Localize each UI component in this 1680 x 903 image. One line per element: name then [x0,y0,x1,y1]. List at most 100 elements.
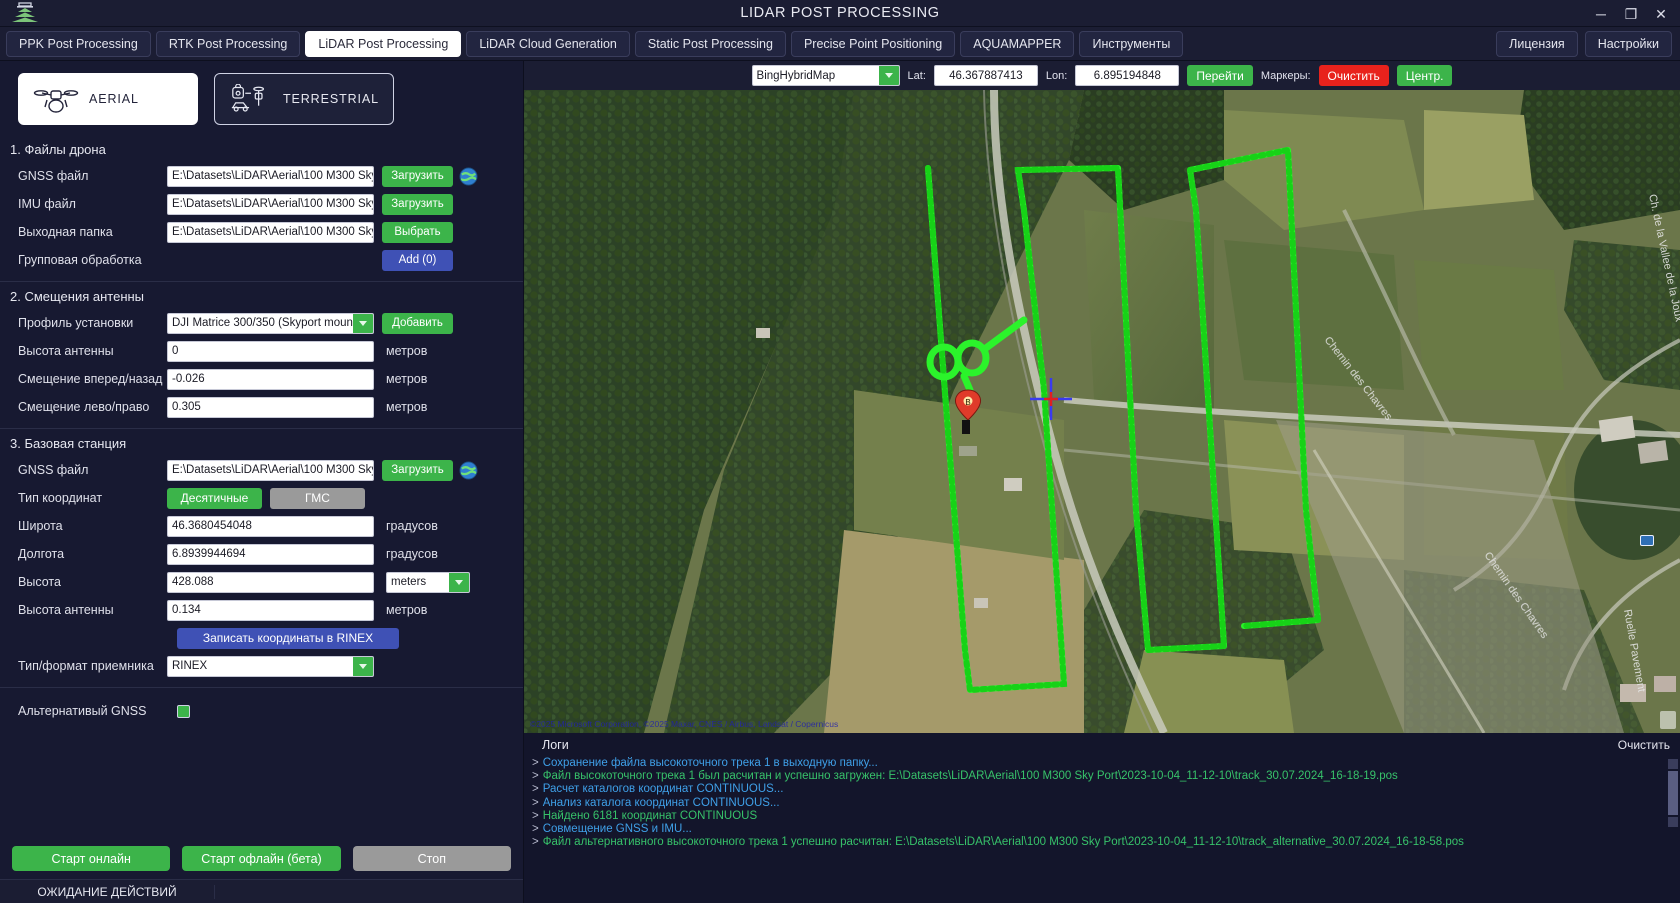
coord-type-dms-button[interactable]: ГМС [270,487,365,509]
coord-type-label: Тип координат [18,491,103,505]
mode-terrestrial[interactable]: TERRESTRIAL [214,73,394,125]
map-lat-input[interactable]: 46.367887413 [933,65,1038,86]
map-lon-input[interactable]: 6.895194848 [1075,65,1180,86]
settings-button[interactable]: Настройки [1584,30,1672,57]
log-text: Сохранение файла высокоточного трека 1 в… [542,757,878,769]
longitude-input[interactable]: 6.8939944694 [167,543,374,565]
offset-forward-unit: метров [386,372,428,386]
drone-gnss-input[interactable]: E:\Datasets\LiDAR\Aerial\100 M300 Sky Po [167,165,374,187]
log-chevron-icon: > [532,796,539,809]
row-altitude: Высота 428.088 meters [0,569,523,595]
log-scrollbar[interactable] [1668,759,1678,859]
action-buttons: Старт онлайн Старт офлайн (бета) Стоп [0,846,523,879]
tab-aquamapper[interactable]: AQUAMAPPER [960,30,1075,57]
offset-left-right-label: Смещение лево/право [18,400,150,414]
markers-label: Маркеры: [1260,69,1311,82]
tab-rtk-post-processing[interactable]: RTK Post Processing [155,30,301,57]
map-zoom-control[interactable] [1660,711,1676,729]
longitude-label: Долгота [18,547,65,561]
globe-icon[interactable] [459,460,478,480]
tab-bar-right-group: Лицензия Настройки [1489,30,1672,57]
map-provider-select[interactable]: BingHybridMap [751,65,900,86]
start-offline-button[interactable]: Старт офлайн (бета) [182,846,341,871]
map-imagery[interactable]: Chemin des Chavres Chemin des Chavres Ch… [524,90,1680,733]
minimize-button[interactable]: ─ [1586,0,1616,27]
tab-lidar-cloud-generation[interactable]: LiDAR Cloud Generation [466,30,630,57]
alt-gnss-checkbox[interactable] [177,704,190,718]
scroll-up-icon[interactable] [1668,759,1678,769]
mount-profile-label: Профиль установки [18,316,134,330]
map-panel: BingHybridMap Lat: 46.367887413 Lon: 6.8… [524,61,1680,903]
markers-clear-button[interactable]: Очистить [1318,65,1389,86]
application-window: LIDAR POST PROCESSING ─ ❐ ✕ PPK Post Pro… [0,0,1680,903]
chevron-down-icon[interactable] [353,656,373,676]
mode-aerial-label: AERIAL [89,92,139,106]
coord-type-decimal-button[interactable]: Десятичные [167,487,262,509]
base-gnss-label: GNSS файл [18,463,89,477]
log-text: Файл альтернативного высокоточного трека… [542,836,1464,849]
scroll-thumb[interactable] [1668,771,1678,815]
drone-gnss-label: GNSS файл [18,169,89,183]
altitude-unit-select[interactable]: meters [386,571,470,593]
map-goto-button[interactable]: Перейти [1187,65,1253,86]
map-attribution: ©2025 Microsoft Corporation, ©2025 Maxar… [530,719,839,729]
output-folder-input[interactable]: E:\Datasets\LiDAR\Aerial\100 M300 Sky Po [167,221,374,243]
drone-gnss-load-button[interactable]: Загрузить [382,165,453,187]
mount-profile-select[interactable]: DJI Matrice 300/350 (Skyport mount) [167,312,374,334]
batch-processing-label: Групповая обработка [18,253,142,267]
batch-add-button[interactable]: Add (0) [382,249,453,271]
output-folder-label: Выходная папка [18,225,113,239]
drone-imu-input[interactable]: E:\Datasets\LiDAR\Aerial\100 M300 Sky Po [167,193,374,215]
window-title: LIDAR POST PROCESSING [740,5,940,21]
write-coords-to-rinex-button[interactable]: Записать координаты в RINEX [177,627,399,649]
altitude-unit-value: meters [391,576,427,588]
globe-icon[interactable] [459,166,478,186]
close-button[interactable]: ✕ [1646,0,1676,27]
chevron-down-icon[interactable] [878,66,899,85]
base-gnss-load-button[interactable]: Загрузить [382,459,453,481]
section-drone-files-title: 1. Файлы дрона [10,142,106,157]
tab-lidar-post-processing[interactable]: LiDAR Post Processing [305,30,462,57]
row-drone-imu-file: IMU файл E:\Datasets\LiDAR\Aerial\100 M3… [0,191,523,217]
base-antenna-height-input[interactable]: 0.134 [167,599,374,621]
chevron-down-icon[interactable] [449,572,469,592]
row-base-antenna-height: Высота антенны 0.134 метров [0,597,523,623]
tab-instruments[interactable]: Инструменты [1079,30,1184,57]
latitude-input[interactable]: 46.3680454048 [167,515,374,537]
row-batch-processing: Групповая обработка Add (0) [0,247,523,273]
log-text: Совмещение GNSS и IMU... [542,823,692,836]
mount-profile-add-button[interactable]: Добавить [382,312,453,334]
log-clear-button[interactable]: Очистить [1618,738,1670,752]
drone-imu-load-button[interactable]: Загрузить [382,193,453,215]
map-poi-icon [1640,535,1654,546]
alt-gnss-label: Альтернативый GNSS [18,704,147,718]
log-line: > Совмещение GNSS и IMU... [532,823,1680,836]
antenna-height-input[interactable]: 0 [167,340,374,362]
receiver-format-select[interactable]: RINEX [167,655,374,677]
log-panel: Логи Очистить > Сохранение файла высокот… [524,733,1680,903]
altitude-input[interactable]: 428.088 [167,571,374,593]
row-offset-forward-back: Смещение вперед/назад -0.026 метров [0,366,523,392]
tab-precise-point-positioning[interactable]: Precise Point Positioning [790,30,956,57]
row-longitude: Долгота 6.8939944694 градусов [0,541,523,567]
map-canvas[interactable]: Chemin des Chavres Chemin des Chavres Ch… [524,90,1680,733]
mode-aerial[interactable]: AERIAL [18,73,198,125]
tab-ppk-post-processing[interactable]: PPK Post Processing [6,30,151,57]
main-body: AERIAL TERRESTRIAL 1. Файлы дрона GNSS ф… [0,61,1680,903]
output-folder-browse-button[interactable]: Выбрать [382,221,453,243]
map-center-button[interactable]: Центр. [1396,65,1453,86]
license-button[interactable]: Лицензия [1496,30,1578,57]
drone-icon [33,90,79,113]
stop-button[interactable]: Стоп [352,846,511,871]
tab-static-post-processing[interactable]: Static Post Processing [634,30,786,57]
chevron-down-icon[interactable] [353,313,373,333]
offset-forward-input[interactable]: -0.026 [167,368,374,390]
log-text: Анализ каталога координат CONTINUOUS... [542,796,780,809]
base-gnss-input[interactable]: E:\Datasets\LiDAR\Aerial\100 M300 Sky Po [167,459,374,481]
offset-left-right-input[interactable]: 0.305 [167,396,374,418]
maximize-button[interactable]: ❐ [1616,0,1646,27]
main-tab-bar: PPK Post Processing RTK Post Processing … [0,27,1680,61]
map-lon-label: Lon: [1045,69,1068,82]
scroll-down-icon[interactable] [1668,817,1678,827]
start-online-button[interactable]: Старт онлайн [12,846,171,871]
